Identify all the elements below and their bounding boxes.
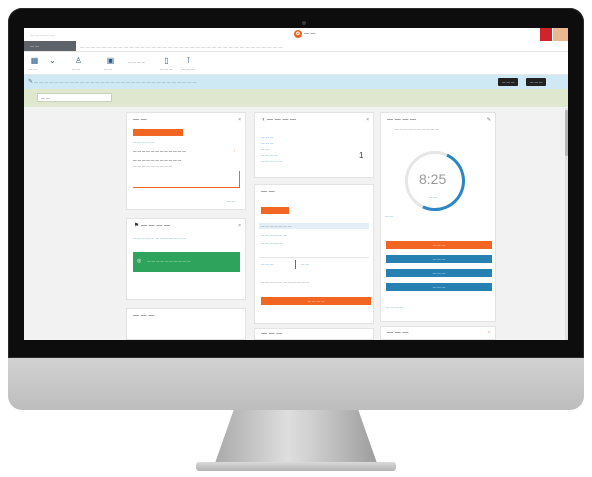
save-icon[interactable]: ▣ bbox=[106, 56, 115, 65]
card-title: — — — bbox=[387, 330, 409, 336]
orange-button[interactable] bbox=[261, 207, 289, 214]
notice-text: — — — — — — — — — — — — — — — — — — — — … bbox=[34, 79, 197, 84]
card-link[interactable]: — — — — bbox=[261, 153, 278, 157]
search-band: — — bbox=[24, 89, 568, 107]
card-link[interactable]: — — bbox=[261, 147, 269, 151]
menu-items[interactable]: — — — — — — — — — — — — — — — — — — — — … bbox=[80, 44, 283, 49]
card-title: — — — — bbox=[141, 223, 171, 229]
success-button[interactable]: ◎ — — — — — — — — — — bbox=[133, 252, 240, 272]
card-link[interactable]: — — — — — — — — — — — — bbox=[133, 236, 186, 240]
document-icon[interactable]: ▯ bbox=[162, 56, 171, 65]
monitor-base bbox=[196, 462, 396, 471]
notice-button-left[interactable]: — — — bbox=[498, 78, 519, 86]
card-1: — — × — — — — — — — — — — — — — — — — — … bbox=[126, 112, 246, 210]
divider bbox=[295, 260, 296, 269]
card-title: — — — — bbox=[387, 117, 417, 123]
screen: — — — — — ✿ — — — — — — — — — — — — — — … bbox=[24, 28, 568, 340]
grid-icon[interactable]: ▦ bbox=[30, 56, 39, 65]
toolbar-label: — — — bbox=[160, 67, 173, 71]
toolbar-label: — — bbox=[29, 67, 37, 71]
search-input[interactable]: — — bbox=[37, 93, 112, 102]
toolbar-label: — — — bbox=[182, 67, 195, 71]
card-7: — — — — ✎ — — — — — — — — — — 8:25 — — —… bbox=[380, 112, 496, 322]
person-icon[interactable]: ♙ bbox=[74, 56, 83, 65]
card-4: ‹ — — — — × — — — — — — — — — — — — — — … bbox=[254, 112, 374, 178]
card-link[interactable]: — — — — — bbox=[261, 159, 282, 163]
card-title: — — bbox=[133, 117, 147, 123]
orange-button[interactable] bbox=[133, 129, 183, 136]
close-icon[interactable]: × bbox=[366, 117, 369, 123]
monitor-stand bbox=[214, 410, 378, 466]
main-menu: — — — — — — — — — — — — — — — — — — — — … bbox=[24, 41, 568, 52]
logo-text: — — bbox=[304, 31, 316, 37]
caret-icon[interactable]: › bbox=[234, 149, 235, 153]
chevron-up-icon[interactable]: ⌃ bbox=[487, 331, 491, 337]
table-row[interactable]: — — — — — — bbox=[261, 233, 287, 237]
card-text: — — — — — — — — — — — bbox=[133, 158, 182, 162]
card-6: — — — bbox=[254, 328, 374, 340]
action-button[interactable]: — — — bbox=[386, 241, 492, 249]
top-left-link[interactable]: — — — — — bbox=[30, 32, 54, 37]
app-logo[interactable]: ✿ — — bbox=[294, 30, 315, 38]
scrollbar-thumb[interactable] bbox=[565, 110, 568, 156]
card-2: ⚑ — — — — × — — — — — — — — — — — — ◎ — … bbox=[126, 218, 246, 300]
card-title: — — — bbox=[133, 313, 155, 319]
timer-sub[interactable]: — — bbox=[429, 195, 437, 199]
success-button-label: — — — — — — — — — — bbox=[147, 259, 191, 263]
close-icon[interactable]: × bbox=[238, 117, 241, 123]
card-8: — — — ⌃ bbox=[380, 326, 496, 340]
check-icon: ◎ bbox=[137, 258, 142, 264]
chevron-down-icon[interactable]: ⌄ bbox=[48, 56, 57, 65]
card-link[interactable]: — — — — — bbox=[133, 140, 154, 144]
toolbar: ▦ — — ⌄ ♙ — — ▣ — — — — — — ▯ — — — ⊺ — … bbox=[24, 52, 568, 75]
card-text: — — — — — — — — — — — bbox=[261, 280, 310, 284]
card-3: — — — bbox=[126, 308, 246, 340]
card-link[interactable]: — — bbox=[385, 214, 393, 218]
table-row: — — — — — — — bbox=[261, 224, 292, 228]
notice-button-right[interactable]: — — — bbox=[526, 78, 547, 86]
monitor-chin bbox=[8, 358, 584, 410]
logo-icon: ✿ bbox=[294, 30, 302, 38]
menu-item-active[interactable]: — — bbox=[24, 41, 76, 51]
divider bbox=[259, 257, 369, 258]
toolbar-label: — — bbox=[104, 67, 112, 71]
card-title: — — bbox=[261, 189, 275, 195]
text-area[interactable] bbox=[133, 171, 240, 188]
orange-wide-button[interactable]: — — — — bbox=[261, 297, 371, 305]
action-button[interactable]: — — — bbox=[386, 283, 492, 291]
card-5: — — — — — — — — — — — — — — — — — — — — … bbox=[254, 184, 374, 324]
timer-value: 8:25 bbox=[419, 171, 447, 187]
card-text: — — — — — — — — — — — — bbox=[133, 149, 186, 153]
action-button[interactable]: — — — bbox=[386, 269, 492, 277]
user-avatar[interactable] bbox=[553, 28, 568, 41]
top-bar: — — — — — ✿ — — bbox=[24, 28, 568, 42]
camera bbox=[302, 21, 306, 25]
table-row[interactable]: — — — — — bbox=[261, 241, 282, 245]
card-title: — — — — bbox=[267, 117, 297, 123]
link-button[interactable]: — — bbox=[301, 262, 309, 266]
card-foot-link[interactable]: — — bbox=[227, 199, 235, 203]
pin-icon[interactable]: ⊺ bbox=[184, 56, 193, 65]
card-title: — — — bbox=[261, 331, 283, 337]
edit-icon[interactable]: ✎ bbox=[487, 117, 491, 123]
toolbar-label: — — bbox=[72, 67, 80, 71]
close-icon[interactable]: × bbox=[238, 223, 241, 229]
language-flag-icon[interactable] bbox=[540, 28, 552, 41]
flag-icon: ⚑ bbox=[133, 223, 140, 229]
link-button[interactable]: — — — bbox=[261, 262, 273, 266]
action-button[interactable]: — — — bbox=[386, 255, 492, 263]
card-subtitle: — — — — — — — — — — bbox=[395, 127, 439, 131]
card-text: — — — — — — — — — bbox=[133, 164, 173, 168]
card-link[interactable]: — — — bbox=[261, 135, 273, 139]
card-link[interactable]: — — — bbox=[261, 141, 273, 145]
card-value: 1 bbox=[359, 151, 364, 160]
notice-banner: ✎ — — — — — — — — — — — — — — — — — — — … bbox=[24, 75, 568, 89]
card-foot-link[interactable]: — — — — bbox=[386, 305, 403, 309]
toolbar-label[interactable]: — — — — bbox=[128, 60, 145, 64]
